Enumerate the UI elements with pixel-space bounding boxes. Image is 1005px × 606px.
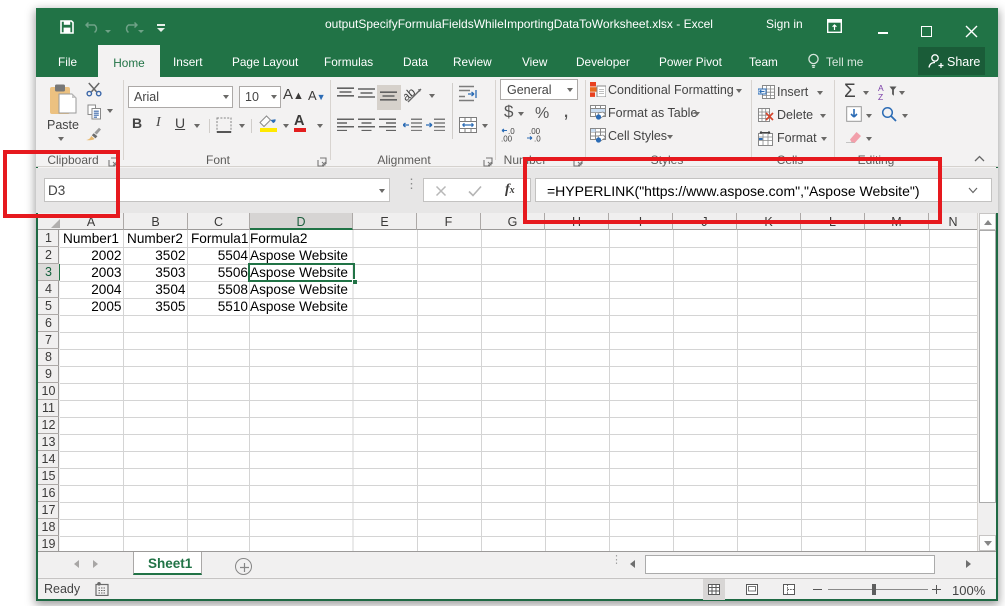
svg-text:.00: .00 [501,135,513,143]
svg-text:.0: .0 [534,135,541,143]
svg-text:Z: Z [878,92,883,101]
